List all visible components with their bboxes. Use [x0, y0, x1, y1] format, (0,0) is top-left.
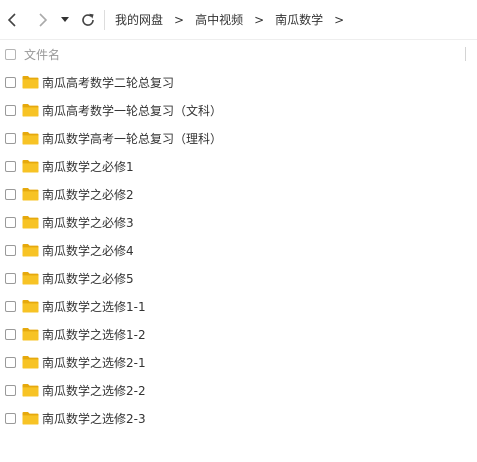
column-name-label[interactable]: 文件名 [24, 46, 60, 63]
file-row[interactable]: 南瓜数学之必修4 [0, 236, 477, 264]
folder-icon [22, 355, 39, 369]
breadcrumb-separator: > [174, 12, 185, 27]
folder-icon [22, 159, 39, 173]
file-checkbox[interactable] [5, 132, 16, 144]
file-checkbox[interactable] [5, 188, 16, 200]
file-row[interactable]: 南瓜数学高考一轮总复习（理科） [0, 124, 477, 152]
toolbar-divider [104, 9, 105, 30]
file-list: 南瓜高考数学二轮总复习南瓜高考数学一轮总复习（文科） 南瓜数学高考一轮总复习（理科… [0, 68, 477, 432]
column-header: 文件名 [0, 40, 477, 68]
history-dropdown-button[interactable] [58, 8, 72, 32]
file-row[interactable]: 南瓜数学之选修2-3 [0, 404, 477, 432]
file-name[interactable]: 南瓜数学之选修1-2 [42, 326, 146, 343]
file-name[interactable]: 南瓜数学之选修2-3 [42, 410, 146, 427]
folder-icon [22, 271, 39, 285]
breadcrumb-item-nangua-math[interactable]: 南瓜数学 [275, 11, 323, 28]
file-name[interactable]: 南瓜数学之必修5 [42, 270, 134, 287]
file-row[interactable]: 南瓜数学之选修1-2 [0, 320, 477, 348]
file-checkbox[interactable] [5, 160, 16, 172]
folder-icon [22, 243, 39, 257]
folder-icon [22, 327, 39, 341]
breadcrumb-item-high-school-videos[interactable]: 高中视频 [195, 11, 243, 28]
file-name[interactable]: 南瓜数学之必修2 [42, 186, 134, 203]
triangle-down-icon [61, 16, 69, 22]
file-checkbox[interactable] [5, 76, 16, 88]
folder-icon [22, 299, 39, 313]
folder-icon [22, 215, 39, 229]
forward-button[interactable] [33, 8, 53, 32]
column-resize-handle[interactable] [465, 47, 466, 61]
file-row[interactable]: 南瓜数学之必修2 [0, 180, 477, 208]
folder-icon [22, 411, 39, 425]
breadcrumb: 我的网盘 > 高中视频 > 南瓜数学 > [115, 11, 355, 28]
file-checkbox[interactable] [5, 328, 16, 340]
folder-icon [22, 383, 39, 397]
file-checkbox[interactable] [5, 216, 16, 228]
toolbar: 我的网盘 > 高中视频 > 南瓜数学 > [0, 0, 477, 40]
breadcrumb-separator[interactable]: > [334, 13, 344, 27]
file-checkbox[interactable] [5, 384, 16, 396]
file-checkbox[interactable] [5, 244, 16, 256]
file-row[interactable]: 南瓜数学之选修2-2 [0, 376, 477, 404]
file-name[interactable]: 南瓜数学之必修3 [42, 214, 134, 231]
select-all-checkbox[interactable] [5, 48, 16, 60]
folder-icon [22, 75, 39, 89]
file-row[interactable]: 南瓜数学之选修1-1 [0, 292, 477, 320]
file-name[interactable]: 南瓜数学之选修2-1 [42, 354, 146, 371]
folder-icon [22, 103, 39, 117]
file-name[interactable]: 南瓜数学之必修1 [42, 158, 134, 175]
refresh-icon [82, 13, 94, 26]
folder-icon [22, 187, 39, 201]
back-button[interactable] [2, 8, 22, 32]
file-row[interactable]: 南瓜数学之必修3 [0, 208, 477, 236]
file-name[interactable]: 南瓜数学高考一轮总复习（理科） [42, 130, 222, 147]
file-checkbox[interactable] [5, 272, 16, 284]
file-row[interactable]: 南瓜高考数学二轮总复习 [0, 68, 477, 96]
file-browser-window: 我的网盘 > 高中视频 > 南瓜数学 > 文件名 南瓜高考数学二轮总复习 南瓜高考… [0, 0, 477, 462]
breadcrumb-item-my-drive[interactable]: 我的网盘 [115, 11, 163, 28]
file-name[interactable]: 南瓜数学之必修4 [42, 242, 134, 259]
folder-icon [22, 131, 39, 145]
file-row[interactable]: 南瓜高考数学一轮总复习（文科） [0, 96, 477, 124]
file-name[interactable]: 南瓜高考数学二轮总复习 [42, 74, 174, 91]
file-row[interactable]: 南瓜数学之必修5 [0, 264, 477, 292]
file-checkbox[interactable] [5, 412, 16, 424]
refresh-button[interactable] [78, 8, 98, 32]
breadcrumb-separator: > [254, 12, 265, 27]
chevron-left-icon [7, 12, 16, 27]
file-checkbox[interactable] [5, 356, 16, 368]
file-row[interactable]: 南瓜数学之必修1 [0, 152, 477, 180]
file-name[interactable]: 南瓜数学之选修1-1 [42, 298, 146, 315]
file-checkbox[interactable] [5, 300, 16, 312]
file-name[interactable]: 南瓜数学之选修2-2 [42, 382, 146, 399]
chevron-right-icon [39, 12, 48, 27]
file-name[interactable]: 南瓜高考数学一轮总复习（文科） [42, 102, 222, 119]
file-checkbox[interactable] [5, 104, 16, 116]
file-row[interactable]: 南瓜数学之选修2-1 [0, 348, 477, 376]
